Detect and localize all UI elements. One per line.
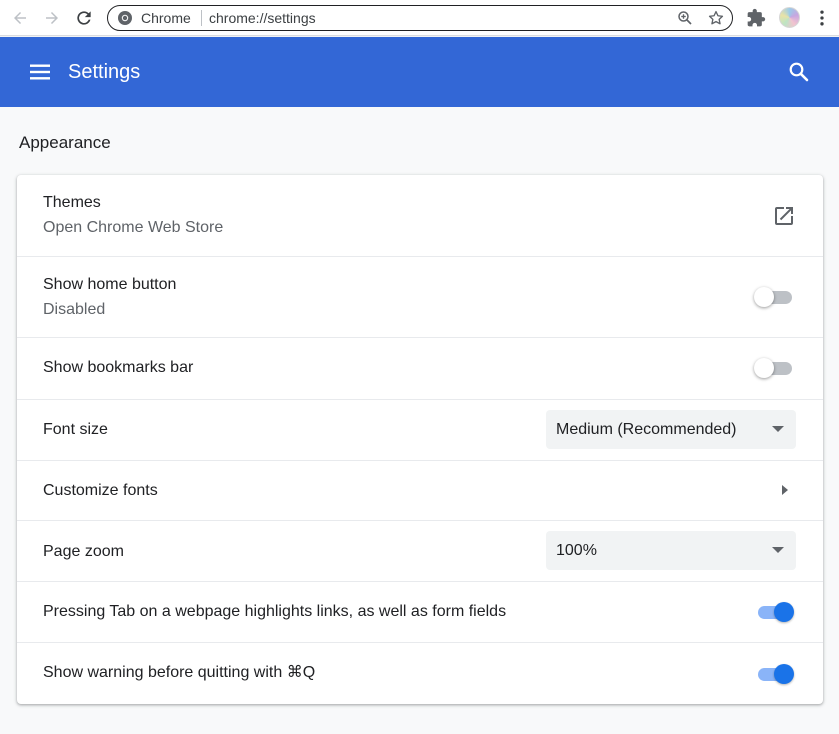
themes-label: Themes <box>43 194 101 211</box>
external-link-icon[interactable] <box>772 204 796 228</box>
show-home-button-row: Show home button Disabled <box>17 256 823 337</box>
show-bookmarks-bar-toggle[interactable] <box>754 357 794 379</box>
browser-toolbar: Chrome chrome://settings <box>0 0 839 36</box>
three-dots-icon[interactable] <box>812 8 832 28</box>
page-title: Settings <box>68 61 141 83</box>
toggle-knob <box>774 602 794 622</box>
show-home-button-toggle[interactable] <box>754 286 794 308</box>
profile-avatar[interactable] <box>779 7 800 28</box>
forward-button[interactable] <box>40 6 64 30</box>
arrow-right-icon <box>46 12 58 24</box>
toggle-knob <box>754 287 774 307</box>
page-zoom-row: Page zoom 100% <box>17 520 823 581</box>
settings-content: Appearance Themes Open Chrome Web Store … <box>0 107 839 734</box>
themes-sublabel: Open Chrome Web Store <box>43 219 224 236</box>
zoom-in-icon[interactable] <box>676 9 694 27</box>
reload-button[interactable] <box>72 6 96 30</box>
star-icon[interactable] <box>707 9 725 27</box>
font-size-select[interactable]: Medium (Recommended) <box>546 410 796 449</box>
show-bookmarks-bar-label: Show bookmarks bar <box>43 359 194 376</box>
font-size-label: Font size <box>43 421 108 438</box>
puzzle-icon[interactable] <box>746 8 766 28</box>
dropdown-caret-icon <box>772 547 784 553</box>
toggle-knob <box>754 358 774 378</box>
font-size-row: Font size Medium (Recommended) <box>17 399 823 460</box>
font-size-value: Medium (Recommended) <box>556 421 737 438</box>
tab-highlights-row: Pressing Tab on a webpage highlights lin… <box>17 581 823 642</box>
show-home-button-sublabel: Disabled <box>43 301 106 318</box>
chrome-site-icon <box>118 11 132 25</box>
tab-highlights-label: Pressing Tab on a webpage highlights lin… <box>43 603 507 620</box>
warn-before-quit-row: Show warning before quitting with ⌘Q <box>17 642 823 704</box>
page-zoom-label: Page zoom <box>43 543 124 560</box>
back-button[interactable] <box>8 6 32 30</box>
omnibox[interactable]: Chrome chrome://settings <box>107 5 733 31</box>
show-bookmarks-bar-row: Show bookmarks bar <box>17 337 823 399</box>
arrow-left-icon <box>14 12 26 24</box>
omnibox-divider <box>201 10 202 26</box>
page-zoom-select[interactable]: 100% <box>546 531 796 570</box>
settings-header: Settings <box>0 37 839 107</box>
dropdown-caret-icon <box>772 426 784 432</box>
show-home-button-label: Show home button <box>43 276 177 293</box>
page-zoom-value: 100% <box>556 542 597 559</box>
warn-before-quit-label: Show warning before quitting with ⌘Q <box>43 664 316 681</box>
reload-icon <box>77 11 91 25</box>
customize-fonts-label: Customize fonts <box>43 482 158 499</box>
toggle-knob <box>774 664 794 684</box>
appearance-card: Themes Open Chrome Web Store Show home b… <box>17 175 823 704</box>
search-icon[interactable] <box>787 60 811 84</box>
section-title: Appearance <box>19 133 111 152</box>
hamburger-icon[interactable] <box>28 60 52 84</box>
warn-before-quit-toggle[interactable] <box>754 663 794 685</box>
tab-highlights-toggle[interactable] <box>754 601 794 623</box>
themes-row[interactable]: Themes Open Chrome Web Store <box>17 175 823 256</box>
url-text[interactable]: chrome://settings <box>209 10 316 27</box>
site-chip-label: Chrome <box>141 10 191 26</box>
chevron-right-icon <box>782 485 788 495</box>
customize-fonts-row[interactable]: Customize fonts <box>17 460 823 520</box>
